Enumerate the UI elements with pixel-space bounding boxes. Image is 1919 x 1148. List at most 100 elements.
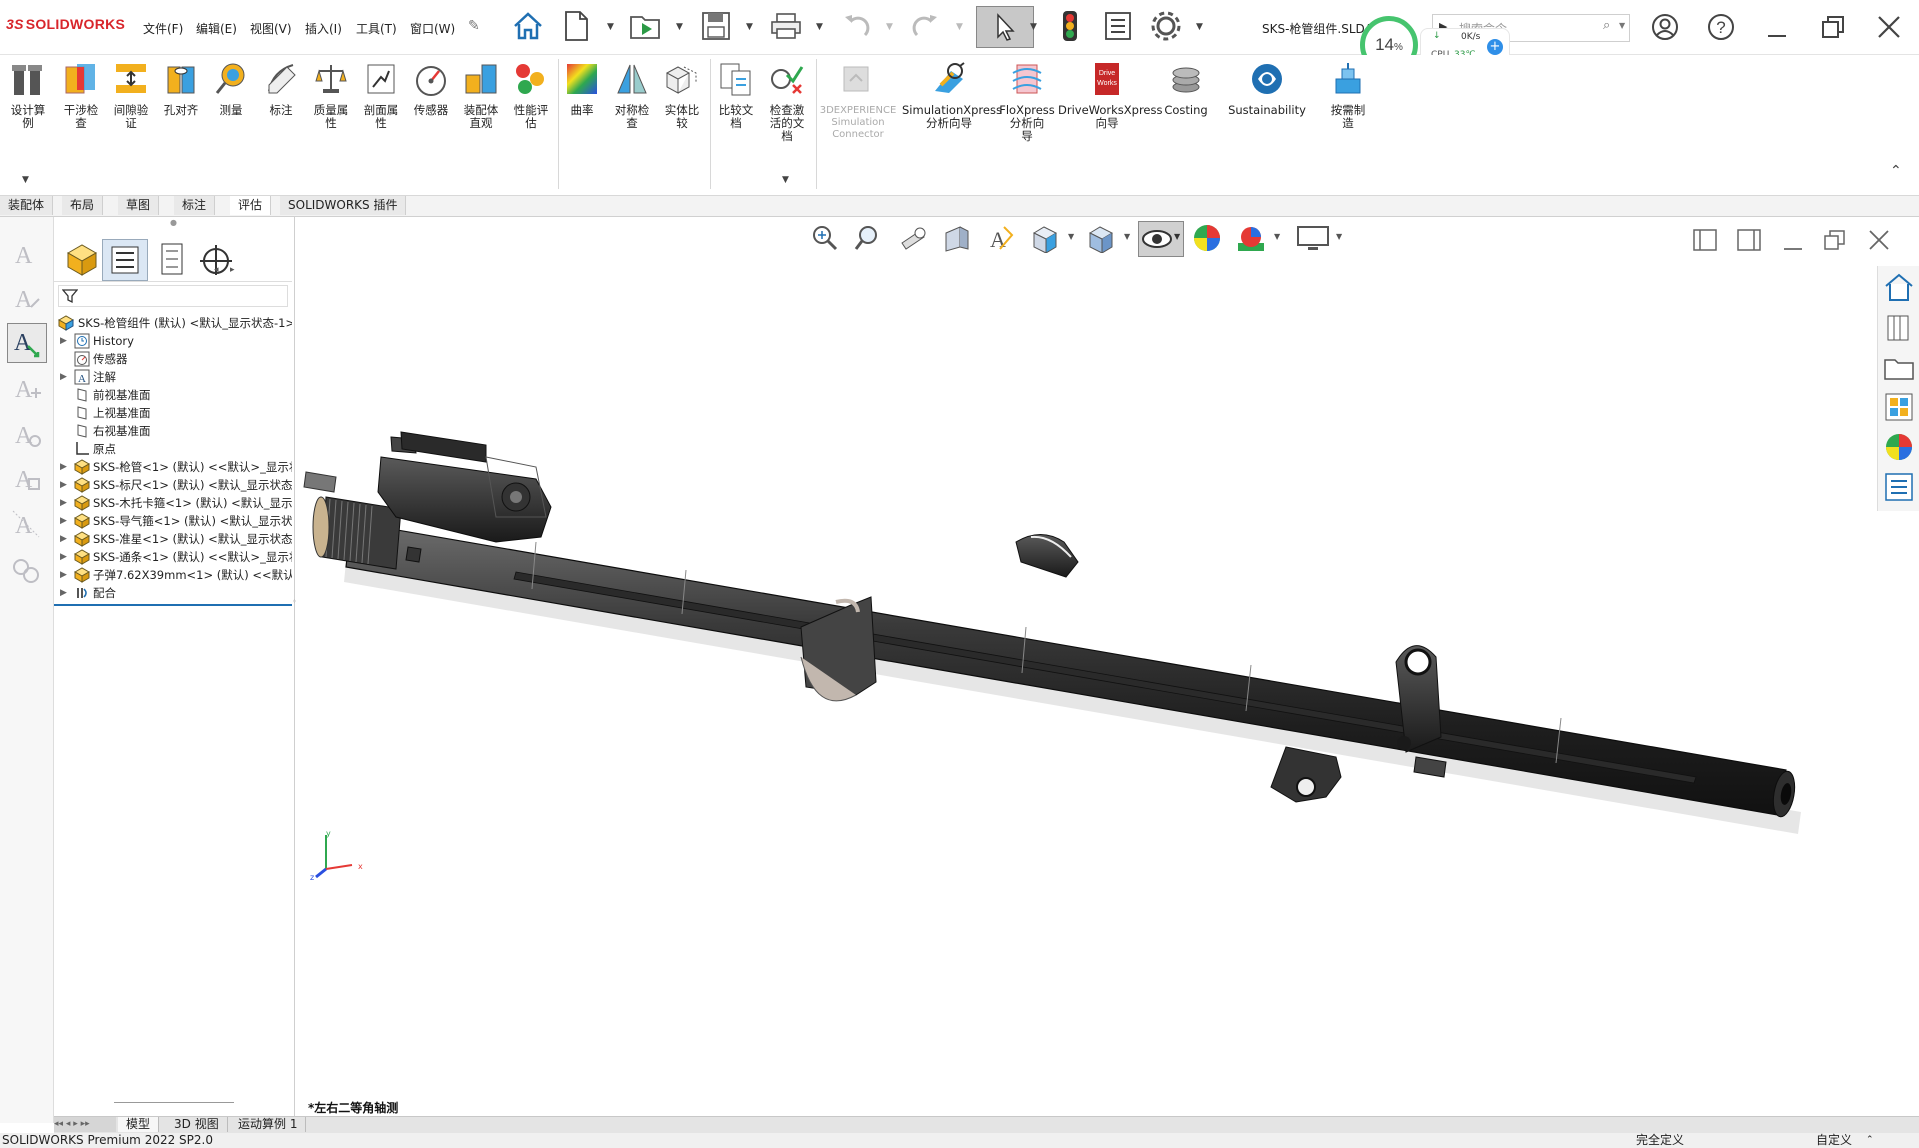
geometric-tolerance-icon[interactable]: A [9,507,43,541]
menu-window[interactable]: 窗口(W) [410,20,455,37]
measure-button[interactable]: 测量 [206,61,256,117]
expand-arrow-icon[interactable]: ▶ [60,367,67,387]
menu-view[interactable]: 视图(V) [250,20,292,37]
file-explorer-icon[interactable] [1882,350,1916,384]
tree-item-top-plane[interactable]: 上视基准面 [54,403,292,423]
print-caret-icon[interactable]: ▼ [816,22,826,32]
manufacture-on-demand-button[interactable]: 按需制 造 [1322,61,1374,130]
tree-item-sensors[interactable]: 传感器 [54,349,292,369]
select-caret-icon[interactable]: ▼ [1030,22,1040,32]
undo-icon[interactable] [838,8,874,44]
print-icon[interactable] [768,8,804,44]
symmetry-check-button[interactable]: 对称检 查 [608,61,656,130]
design-library-icon[interactable] [1882,310,1916,344]
sensor-button[interactable]: 传感器 [406,61,456,117]
note-icon[interactable]: A [9,237,43,271]
tree-item-component[interactable]: ▶ 子弹7.62X39mm<1> (默认) <<默认>_显示状态 1> [54,565,292,585]
tree-root-assembly[interactable]: SKS-枪管组件 (默认) <默认_显示状态-1> [54,313,292,333]
tree-item-component[interactable]: ▶ SKS-枪管<1> (默认) <<默认>_显示状态 1> [54,457,292,477]
section-properties-button[interactable]: 剖面属 性 [356,61,406,130]
feature-manager-tab-icon[interactable] [64,241,100,277]
options-caret-icon[interactable]: ▼ [1196,22,1206,32]
tab-layout[interactable]: 布局 [62,196,104,215]
tree-filter-input[interactable] [58,285,288,307]
user-account-icon[interactable] [1648,10,1682,44]
view-palette-icon[interactable] [1882,390,1916,424]
expand-arrow-icon[interactable]: ▶ [60,565,67,585]
tree-item-origin[interactable]: 原点 [54,439,292,459]
units-caret-icon[interactable]: ⌃ [1866,1133,1874,1148]
tree-item-mates[interactable]: ▶ 配合 [54,583,292,603]
tree-item-annotations[interactable]: ▶ A 注解 [54,367,292,387]
tab-sketch[interactable]: 草图 [118,196,160,215]
curvature-button[interactable]: 曲率 [562,61,602,117]
tree-item-component[interactable]: ▶ SKS-通条<1> (默认) <<默认>_显示状态 1> [54,547,292,567]
status-units[interactable]: 自定义 [1816,1133,1852,1148]
surface-finish-icon[interactable]: A [9,461,43,495]
expand-arrow-icon[interactable]: ▶ [60,529,67,549]
open-document-icon[interactable] [628,8,664,44]
search-icon[interactable]: ⌕ [1603,18,1610,33]
expand-arrow-icon[interactable]: ▶ [60,457,67,477]
tree-item-component[interactable]: ▶ SKS-准星<1> (默认) <默认_显示状态-1> [54,529,292,549]
tree-scrollbar[interactable] [114,1102,234,1103]
hole-alignment-button[interactable]: 孔对齐 [156,61,206,117]
clearance-verification-button[interactable]: 间隙验 证 [106,61,156,130]
ribbon-collapse-caret-icon[interactable]: ▼ [22,175,29,185]
tree-item-component[interactable]: ▶ SKS-导气箍<1> (默认) <默认_显示状态-1> [54,511,292,531]
floxpress-button[interactable]: FloXpress 分析向 导 [998,61,1056,143]
expand-arrow-icon[interactable]: ▶ [60,493,67,513]
tab-model[interactable]: 模型 [118,1117,160,1132]
tab-assembly[interactable]: 装配体 [0,196,54,215]
datum-icon[interactable]: A [9,417,43,451]
sustainability-button[interactable]: Sustainability [1228,61,1306,117]
expand-arrow-icon[interactable]: ▶ [60,547,67,567]
expand-arrow-icon[interactable]: ▶ [60,475,67,495]
markup-button[interactable]: 标注 [256,61,306,117]
rollback-bar[interactable] [54,604,292,606]
solidworks-resources-icon[interactable] [1882,270,1916,304]
expand-arrow-icon[interactable]: ▶ [60,583,67,603]
tab-solidworks-addins[interactable]: SOLIDWORKS 插件 [280,196,407,215]
save-icon[interactable] [698,8,734,44]
tab-motion-study[interactable]: 运动算例 1 [230,1117,307,1132]
tree-item-history[interactable]: ▶ History [54,331,292,351]
compare-documents-button[interactable]: 比较文 档 [714,61,758,130]
new-caret-icon[interactable]: ▼ [607,22,617,32]
new-document-icon[interactable] [558,8,594,44]
cpu-add-icon[interactable]: + [1487,39,1503,55]
help-icon[interactable]: ? [1704,10,1738,44]
driveworksxpress-button[interactable]: Drive Works DriveWorksXpress 向导 [1058,61,1162,130]
tab-scroll-arrows-icon[interactable]: ◂◂ ◂ ▸ ▸▸ [54,1117,116,1132]
check-active-document-button[interactable]: 检查激 活的文 档 [762,61,812,143]
redo-icon[interactable] [908,8,944,44]
balloon-note-icon[interactable]: A [9,281,43,315]
smart-annotation-icon[interactable]: A [7,323,47,363]
search-caret-icon[interactable]: ▼ [1619,21,1625,30]
tab-3d-views[interactable]: 3D 视图 [166,1117,228,1132]
tab-scroll-left-icon[interactable]: ◂ [214,265,219,275]
redo-caret-icon[interactable]: ▼ [956,22,966,32]
graphics-area[interactable]: A ▼ ▼ ▼ ▼ ▼ y x z *左右二等角轴测 [296,217,1919,1117]
gas-block-part[interactable] [1015,534,1079,578]
file-properties-icon[interactable] [1100,8,1136,44]
panel-splitter-handle[interactable]: ● [170,218,177,227]
restore-window-icon[interactable] [1816,10,1850,44]
tab-evaluate[interactable]: 评估 [230,196,272,215]
tab-markup[interactable]: 标注 [174,196,216,215]
rifle-barrel-assembly-model[interactable] [296,217,1876,1097]
menu-insert[interactable]: 插入(I) [305,20,342,37]
solidworks-logo[interactable]: 3S SOLIDWORKS [6,16,125,32]
pin-icon[interactable]: ✎ [468,18,480,34]
select-icon[interactable] [976,6,1034,48]
tab-scroll-right-icon[interactable]: ▸ [230,265,235,275]
tree-item-component[interactable]: ▶ SKS-木托卡箍<1> (默认) <默认_显示状态-1> [54,493,292,513]
open-caret-icon[interactable]: ▼ [676,22,686,32]
custom-properties-icon[interactable] [1882,470,1916,504]
options-gear-icon[interactable] [1148,8,1184,44]
costing-button[interactable]: Costing [1160,61,1212,117]
design-study-button[interactable]: 设计算 例 [4,61,52,130]
menu-file[interactable]: 文件(F) [143,20,183,37]
appearances-scenes-icon[interactable] [1882,430,1916,464]
minimize-window-icon[interactable] [1760,10,1794,44]
